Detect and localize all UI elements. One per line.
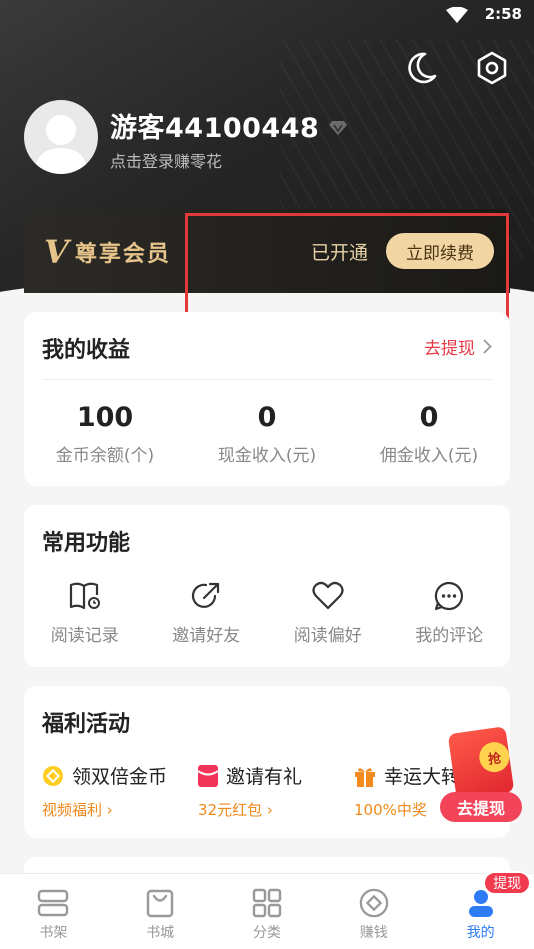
functions-title: 常用功能 xyxy=(42,531,131,556)
stat-label: 金币余额(个) xyxy=(55,446,155,466)
stat-value: 100 xyxy=(76,402,134,433)
func-reading-history[interactable]: 阅读记录 xyxy=(24,581,146,646)
func-invite-friends[interactable]: 邀请好友 xyxy=(146,581,268,646)
chevron-right-icon xyxy=(483,339,492,354)
tab-label: 赚钱 xyxy=(359,925,388,941)
func-label: 我的评论 xyxy=(415,626,484,646)
float-redpacket[interactable]: 抢 去提现 xyxy=(440,726,522,824)
redpacket-coin: 抢 xyxy=(477,740,512,775)
earnings-title: 我的收益 xyxy=(42,338,131,363)
welfare-sub: 视频福利 xyxy=(42,801,103,819)
stat-value: 0 xyxy=(257,402,277,433)
earn-icon xyxy=(359,888,389,918)
withdraw-link[interactable]: 去提现 xyxy=(424,334,492,359)
withdraw-link-label: 去提现 xyxy=(424,339,475,359)
divider xyxy=(42,379,492,380)
vip-label: 尊享会员 xyxy=(74,241,171,267)
welfare-label: 邀请有礼 xyxy=(226,766,303,788)
redpacket-icon: 抢 xyxy=(447,726,515,800)
category-icon xyxy=(252,888,282,918)
status-time: 2:58 xyxy=(484,5,522,23)
bookshelf-icon xyxy=(38,889,69,917)
store-icon xyxy=(146,889,174,918)
welfare-sub: 32元红包 xyxy=(198,801,263,819)
stat-commission[interactable]: 0 佣金收入(元) xyxy=(348,402,510,466)
coin-icon xyxy=(43,765,63,786)
gift-icon xyxy=(355,767,375,787)
book-icon xyxy=(69,582,100,610)
functions-grid: 阅读记录 邀请好友 阅读偏好 我的评论 xyxy=(24,581,510,646)
welfare-sub: 100%中奖 xyxy=(354,801,427,819)
func-my-comments[interactable]: 我的评论 xyxy=(389,581,511,646)
tab-category[interactable]: 分类 xyxy=(214,874,321,949)
welfare-invite-gift[interactable]: 邀请有礼 32元红包 › xyxy=(198,762,302,820)
tab-label: 我的 xyxy=(466,925,495,941)
stat-label: 现金收入(元) xyxy=(217,446,317,466)
vip-logo: V 尊享会员 xyxy=(44,233,171,271)
username-row[interactable]: 游客44100448 xyxy=(110,106,348,145)
comment-icon xyxy=(435,581,464,611)
vip-status: 已开通 xyxy=(311,242,369,264)
tab-profile[interactable]: 提现 我的 xyxy=(427,871,534,949)
welfare-label: 领双倍金币 xyxy=(72,766,168,788)
stat-coins[interactable]: 100 金币余额(个) xyxy=(24,402,186,466)
welfare-title: 福利活动 xyxy=(42,712,131,737)
earnings-card: 我的收益 去提现 100 金币余额(个) 0 现金收入(元) 0 佣金收入(元) xyxy=(24,312,510,486)
chevron-right-icon: › xyxy=(106,801,113,819)
renew-button[interactable]: 立即续费 xyxy=(386,233,494,269)
functions-card: 常用功能 阅读记录 邀请好友 阅读偏好 我的评论 xyxy=(24,505,510,667)
welfare-double-coins[interactable]: 领双倍金币 视频福利 › xyxy=(42,762,167,820)
settings-icon[interactable] xyxy=(474,50,510,86)
stat-label: 佣金收入(元) xyxy=(379,446,479,466)
redpacket-label: 去提现 xyxy=(440,792,522,822)
tab-bookshelf[interactable]: 书架 xyxy=(0,874,107,949)
func-label: 阅读偏好 xyxy=(293,626,362,646)
moon-icon[interactable] xyxy=(403,50,439,86)
envelope-icon xyxy=(198,764,218,787)
diamond-icon xyxy=(329,120,348,135)
func-label: 邀请好友 xyxy=(172,626,241,646)
tab-label: 书架 xyxy=(39,925,68,941)
tab-bar: 书架 书城 分类 赚钱 提现 我的 xyxy=(0,871,534,949)
earnings-stats: 100 金币余额(个) 0 现金收入(元) 0 佣金收入(元) xyxy=(24,402,510,466)
status-bar: 2:58 xyxy=(0,0,534,30)
vip-logo-letter: V xyxy=(44,233,69,271)
tab-earn[interactable]: 赚钱 xyxy=(320,874,427,949)
avatar-placeholder-icon xyxy=(34,115,88,174)
welfare-card: 福利活动 领双倍金币 视频福利 › 邀请有礼 32元红包 › 幸运大转盘 100… xyxy=(24,686,510,838)
withdraw-badge: 提现 xyxy=(483,871,532,895)
stat-value: 0 xyxy=(419,402,439,433)
share-icon xyxy=(192,582,220,608)
tab-label: 分类 xyxy=(252,925,281,941)
chevron-right-icon: › xyxy=(266,801,273,819)
vip-card[interactable]: V 尊享会员 已开通 立即续费 xyxy=(24,209,510,293)
avatar[interactable] xyxy=(24,100,98,174)
heart-icon xyxy=(312,581,344,610)
login-hint[interactable]: 点击登录赚零花 xyxy=(110,148,222,172)
tab-store[interactable]: 书城 xyxy=(107,874,214,949)
wifi-icon xyxy=(446,7,468,23)
tab-label: 书城 xyxy=(146,925,175,941)
func-reading-preference[interactable]: 阅读偏好 xyxy=(267,581,389,646)
func-label: 阅读记录 xyxy=(50,626,119,646)
stat-cash[interactable]: 0 现金收入(元) xyxy=(186,402,348,466)
username: 游客44100448 xyxy=(110,113,320,144)
